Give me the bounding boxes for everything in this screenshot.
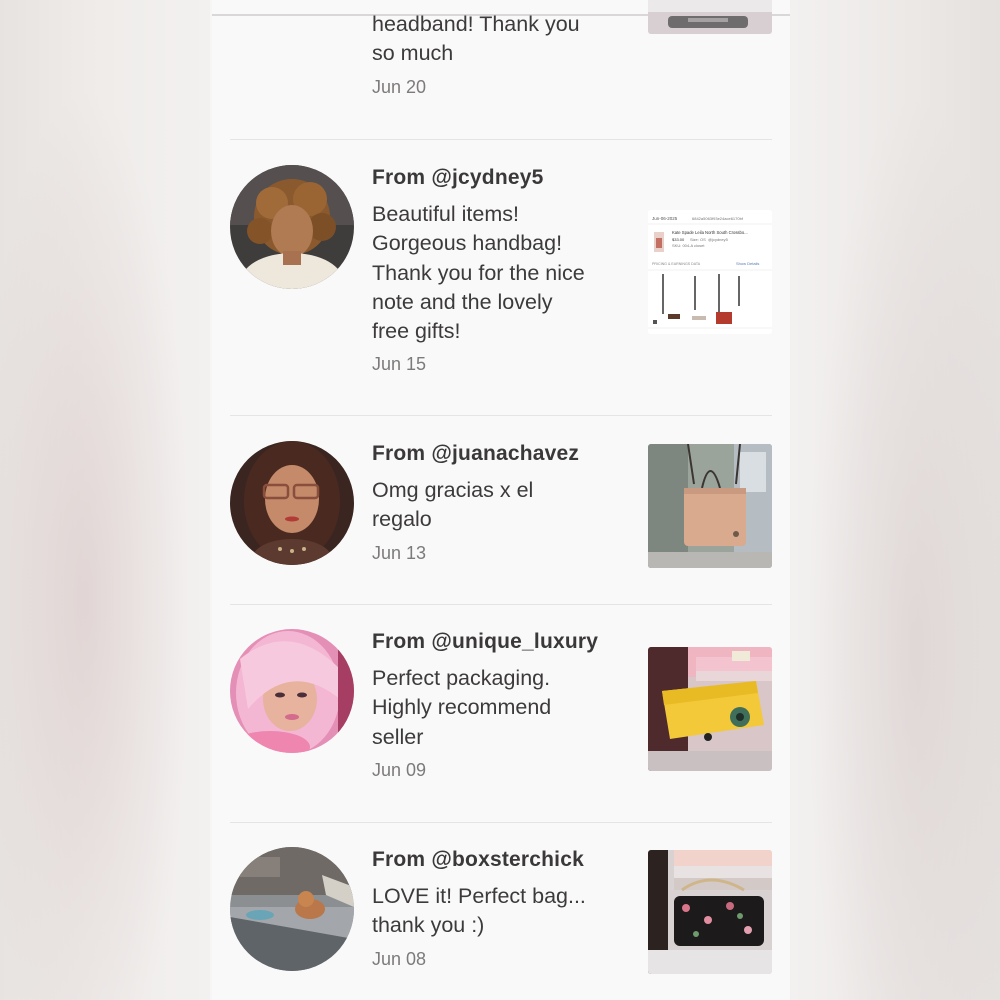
- review-photo-thumbnail[interactable]: [648, 850, 772, 974]
- comment-line: so much: [372, 41, 454, 66]
- comment-line: headband! Thank you: [372, 12, 580, 36]
- comment-line: Perfect packaging.: [372, 666, 551, 690]
- background-blur-left: [0, 0, 212, 1000]
- receipt-size: Size: OS: [690, 237, 706, 242]
- receipt-date: Jun-06-2025: [652, 216, 678, 221]
- comment-line: regalo: [372, 507, 432, 532]
- review-text-block: From @unique_luxury Perfect packaging. H…: [372, 629, 620, 781]
- receipt-sku: SKU: 004-A closet: [672, 243, 705, 248]
- background-blur-right: [788, 0, 1000, 1000]
- user-avatar[interactable]: [230, 629, 354, 753]
- receipt-price: $33.00: [672, 237, 685, 242]
- comment-line: Highly recommend: [372, 695, 552, 720]
- review-date: Jun 15: [372, 354, 427, 375]
- user-avatar[interactable]: [230, 847, 354, 971]
- review-comment: LOVE it! Perfect bag... thank you :): [372, 882, 620, 941]
- review-divider: [230, 139, 772, 140]
- reviewer-username[interactable]: From @unique_luxury: [372, 629, 620, 655]
- reviewer-username[interactable]: From @boxsterchick: [372, 847, 620, 873]
- review-comment: Perfect packaging. Highly recommend sell…: [372, 664, 620, 752]
- review-date: Jun 08: [372, 948, 427, 969]
- review-text-block: From @jcydney5 Beautiful items! Gorgeous…: [372, 165, 620, 375]
- review-text-block: headband! Thank you so much Jun 20: [372, 0, 620, 98]
- review-divider: [230, 415, 772, 416]
- receipt-order-id: 6842a5063f93e24ace6170bf: [692, 216, 744, 221]
- review-text-block: From @juanachavez Omg gracias x el regal…: [372, 441, 620, 564]
- comment-line: Gorgeous handbag!: [372, 231, 563, 256]
- comment-line: note and the lovely: [372, 289, 553, 314]
- comment-line: Beautiful items!: [372, 202, 519, 226]
- receipt-show-details: Show Details: [736, 261, 759, 266]
- review-date: Jun 13: [372, 542, 427, 563]
- review-photo-thumbnail[interactable]: [648, 444, 772, 568]
- review-comment: Omg gracias x el regalo: [372, 476, 620, 535]
- review-photo-thumbnail[interactable]: Jun-06-2025 6842a5063f93e24ace6170bf Kat…: [648, 210, 772, 334]
- comment-line: Thank you for the nice: [372, 260, 585, 285]
- review-photo-thumbnail[interactable]: [648, 647, 772, 771]
- receipt-section-label: PRICING & EARNINGS DATA: [652, 262, 701, 266]
- receipt-buyer: @jcydney5: [708, 237, 729, 242]
- review-photo-thumbnail[interactable]: [648, 0, 772, 34]
- review-divider: [230, 822, 772, 823]
- reviewer-username[interactable]: From @jcydney5: [372, 165, 620, 191]
- receipt-item-title: Kate Spade Leila North South Crossbo...: [672, 230, 748, 235]
- comment-line: thank you :): [372, 913, 485, 938]
- user-avatar[interactable]: [230, 441, 354, 565]
- review-date: Jun 20: [372, 76, 427, 97]
- reviewer-username[interactable]: From @juanachavez: [372, 441, 620, 467]
- review-comment: Beautiful items! Gorgeous handbag! Thank…: [372, 200, 620, 346]
- comment-line: Omg gracias x el: [372, 478, 534, 502]
- review-text-block: From @boxsterchick LOVE it! Perfect bag.…: [372, 847, 620, 970]
- review-divider: [230, 604, 772, 605]
- reviews-panel: headband! Thank you so much Jun 20 From …: [212, 0, 790, 1000]
- review-comment: headband! Thank you so much: [372, 10, 620, 69]
- review-date: Jun 09: [372, 759, 427, 780]
- user-avatar[interactable]: [230, 165, 354, 289]
- comment-line: LOVE it! Perfect bag...: [372, 884, 586, 908]
- comment-line: free gifts!: [372, 319, 461, 344]
- order-receipt-screenshot: Jun-06-2025 6842a5063f93e24ace6170bf Kat…: [648, 210, 772, 334]
- comment-line: seller: [372, 724, 424, 749]
